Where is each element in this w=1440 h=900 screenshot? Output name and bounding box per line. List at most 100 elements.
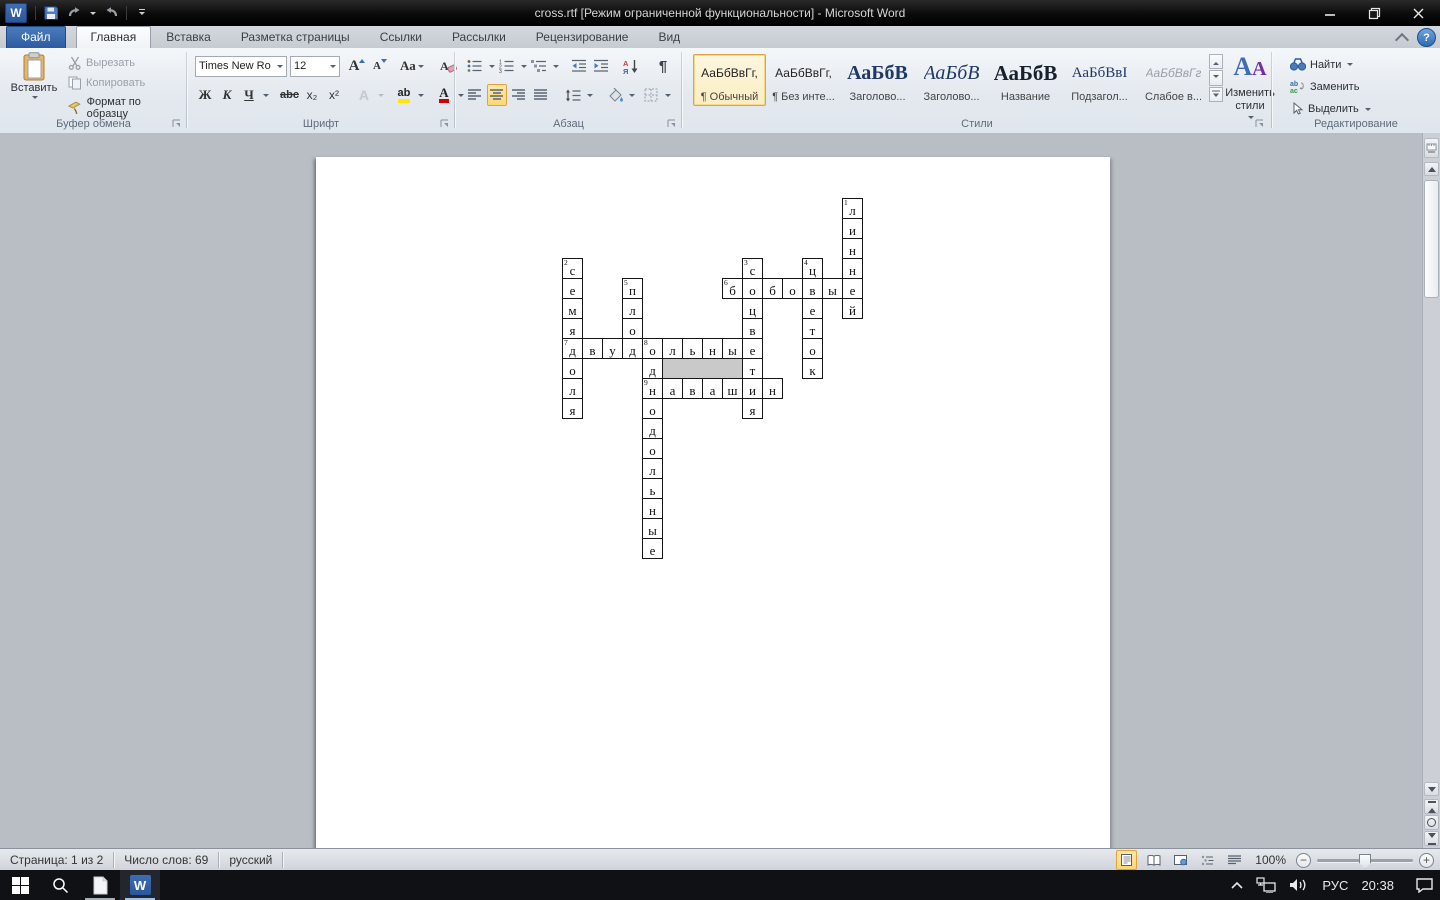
align-right-button[interactable] <box>509 84 529 106</box>
shrink-font-button[interactable]: А <box>370 55 390 77</box>
scroll-down-button[interactable] <box>1424 782 1439 796</box>
paste-dropdown-arrow[interactable] <box>32 96 38 102</box>
minimize-button[interactable] <box>1308 0 1352 26</box>
scroll-up-button[interactable] <box>1424 162 1439 176</box>
restore-button[interactable] <box>1352 0 1396 26</box>
style-card-2[interactable]: АаБбВвГг,¶ Без инте... <box>767 54 840 106</box>
change-case-button[interactable]: Аа <box>399 55 425 77</box>
tab-Ссылки[interactable]: Ссылки <box>365 26 437 48</box>
borders-button[interactable] <box>641 84 661 106</box>
page-indicator[interactable]: Страница: 1 из 2 <box>0 849 113 871</box>
zoom-in-button[interactable]: + <box>1419 853 1434 868</box>
multilevel-dropdown-arrow[interactable] <box>553 65 559 71</box>
replace-button[interactable]: ab ac Заменить <box>1286 78 1375 95</box>
hidden-icons-chevron[interactable] <box>1231 881 1243 889</box>
line-spacing-button[interactable] <box>563 84 583 106</box>
subscript-button[interactable]: x₂ <box>302 84 322 106</box>
collapse-ribbon-icon[interactable] <box>1395 32 1409 46</box>
undo-button[interactable] <box>66 4 84 22</box>
numbering-button[interactable]: 123 <box>497 55 517 77</box>
previous-page-button[interactable] <box>1424 799 1439 814</box>
decrease-indent-button[interactable] <box>569 55 589 77</box>
copy-button[interactable]: Копировать <box>64 74 187 92</box>
network-icon[interactable] <box>1256 877 1276 893</box>
sort-button[interactable]: А Я <box>621 55 641 77</box>
shading-button[interactable] <box>605 84 625 106</box>
numbering-dropdown-arrow[interactable] <box>521 65 527 71</box>
style-gallery-expand[interactable] <box>1209 87 1223 102</box>
font-name-combo[interactable]: Times New Ro <box>195 56 287 77</box>
borders-dropdown-arrow[interactable] <box>665 94 671 100</box>
start-button[interactable] <box>0 870 40 900</box>
align-center-button[interactable] <box>487 84 507 106</box>
taskbar-document-app-button[interactable] <box>80 870 120 900</box>
increase-indent-button[interactable] <box>591 55 611 77</box>
find-button[interactable]: Найти <box>1286 56 1375 73</box>
grow-font-button[interactable]: А <box>347 55 367 77</box>
superscript-button[interactable]: x² <box>324 84 344 106</box>
volume-icon[interactable] <box>1289 877 1309 893</box>
zoom-out-button[interactable]: − <box>1296 853 1311 868</box>
close-button[interactable] <box>1396 0 1440 26</box>
tab-Разметка страницы[interactable]: Разметка страницы <box>226 26 365 48</box>
align-left-button[interactable] <box>465 84 485 106</box>
vertical-scrollbar[interactable] <box>1422 133 1440 848</box>
font-color-button[interactable]: А <box>434 84 454 106</box>
justify-button[interactable] <box>531 84 551 106</box>
strikethrough-button[interactable]: abc <box>279 84 300 106</box>
bullets-dropdown-arrow[interactable] <box>489 65 495 71</box>
cut-button[interactable]: Вырезать <box>64 54 187 72</box>
draft-view-button[interactable] <box>1224 850 1245 870</box>
clipboard-dialog-launcher[interactable] <box>171 118 182 129</box>
underline-dropdown-arrow[interactable] <box>263 94 269 100</box>
style-card-7[interactable]: АаБбВвГгСлабое в... <box>1137 54 1210 106</box>
taskbar-word-button[interactable]: W <box>120 870 160 900</box>
style-scroll-up[interactable] <box>1209 54 1223 69</box>
bold-button[interactable]: Ж <box>195 84 215 106</box>
shading-dropdown-arrow[interactable] <box>629 94 635 100</box>
ruler-toggle-button[interactable] <box>1424 138 1439 158</box>
tab-Рассылки[interactable]: Рассылки <box>437 26 521 48</box>
tab-Рецензирование[interactable]: Рецензирование <box>521 26 644 48</box>
highlight-button[interactable]: ab <box>394 84 414 106</box>
customize-qat-button[interactable] <box>133 4 151 22</box>
help-button[interactable]: ? <box>1417 28 1436 47</box>
text-effects-button[interactable]: А <box>354 84 374 106</box>
zoom-slider-track[interactable] <box>1317 859 1413 862</box>
change-styles-button[interactable]: АА Изменить стили <box>1228 52 1272 124</box>
word-count[interactable]: Число слов: 69 <box>114 849 218 871</box>
font-dialog-launcher[interactable] <box>439 118 450 129</box>
zoom-level[interactable]: 100% <box>1251 849 1290 871</box>
line-spacing-dropdown-arrow[interactable] <box>587 94 593 100</box>
styles-dialog-launcher[interactable] <box>1254 118 1265 129</box>
zoom-slider-thumb[interactable] <box>1359 854 1371 869</box>
show-hide-marks-button[interactable]: ¶ <box>653 55 673 77</box>
tab-Файл[interactable]: Файл <box>6 26 66 48</box>
document-page[interactable]: 1линней2семя7доля3соцветия4цветок5плод6б… <box>316 157 1110 848</box>
text-effects-dropdown-arrow[interactable] <box>378 94 384 100</box>
highlight-dropdown-arrow[interactable] <box>418 94 424 100</box>
tab-Вид[interactable]: Вид <box>643 26 695 48</box>
style-card-6[interactable]: АаБбВвІПодзагол... <box>1063 54 1136 106</box>
tab-Вставка[interactable]: Вставка <box>151 26 226 48</box>
action-center-icon[interactable] <box>1415 877 1434 893</box>
select-button[interactable]: Выделить <box>1286 100 1375 118</box>
font-size-combo[interactable]: 12 <box>290 56 340 77</box>
web-layout-view-button[interactable] <box>1170 850 1191 870</box>
outline-view-button[interactable] <box>1197 850 1218 870</box>
multilevel-list-button[interactable] <box>529 55 549 77</box>
style-card-1[interactable]: АаБбВвГг,¶ Обычный <box>693 54 766 106</box>
fullscreen-reading-view-button[interactable] <box>1143 850 1164 870</box>
language-indicator[interactable]: русский <box>219 849 282 871</box>
select-browse-object-button[interactable] <box>1424 815 1439 830</box>
tab-Главная[interactable]: Главная <box>76 26 152 48</box>
next-page-button[interactable] <box>1424 831 1439 846</box>
paragraph-dialog-launcher[interactable] <box>666 118 677 129</box>
style-card-3[interactable]: АаБбВЗаголово... <box>841 54 914 106</box>
underline-button[interactable]: Ч <box>239 84 259 106</box>
style-scroll-down[interactable] <box>1209 70 1223 85</box>
print-layout-view-button[interactable] <box>1116 850 1137 870</box>
language-indicator[interactable]: РУС <box>1322 878 1348 893</box>
style-card-5[interactable]: АаБбВНазвание <box>989 54 1062 106</box>
bullets-button[interactable] <box>465 55 485 77</box>
